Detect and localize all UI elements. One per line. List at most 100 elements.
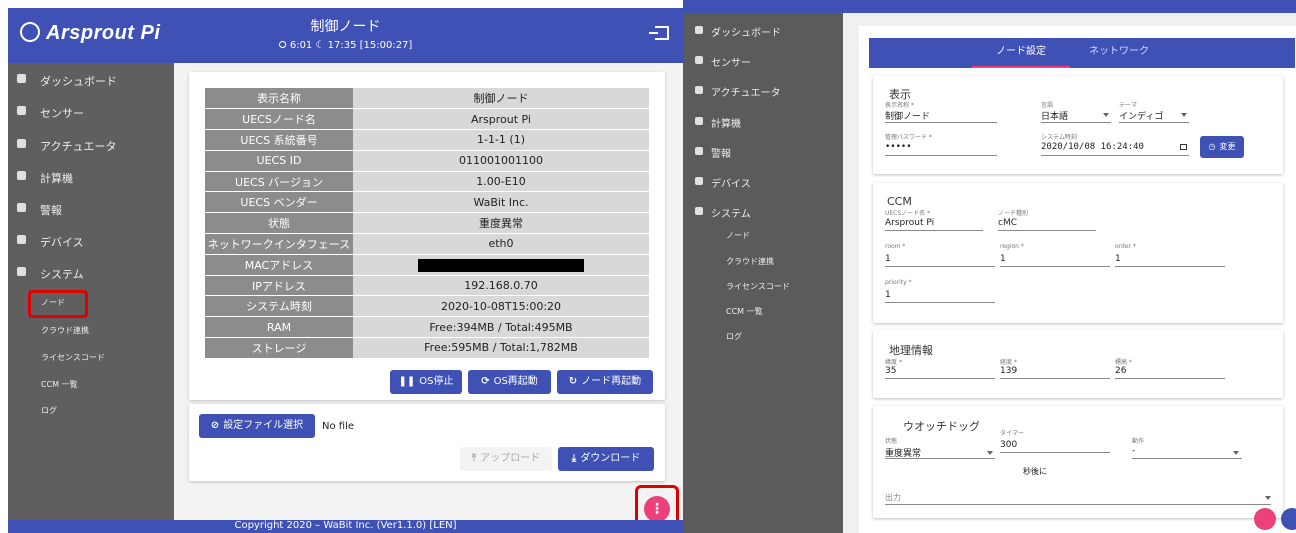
field-underline — [885, 266, 995, 267]
chevron-down-icon — [987, 451, 993, 455]
sidebar-item-device[interactable]: デバイス — [8, 230, 174, 254]
longitude-field[interactable]: 139 — [1000, 366, 1017, 376]
gear-icon — [695, 207, 703, 215]
language-select[interactable]: 日本語 — [1041, 109, 1068, 122]
password-field[interactable]: ••••• — [885, 142, 912, 152]
app-header: Arsprout Pi 制御ノード ⭘ 6:01 ☾ 17:35 [15:00:… — [8, 8, 683, 63]
table-key: UECS バージョン — [205, 171, 353, 193]
field-underline — [1000, 378, 1110, 379]
priority-field[interactable]: 1 — [885, 290, 891, 300]
watchdog-action-select[interactable]: - — [1132, 446, 1135, 456]
sidebar-item-device[interactable]: デバイス — [683, 172, 843, 194]
highlight-box — [28, 290, 88, 318]
table-value: 制御ノード — [353, 88, 649, 110]
undo-fab[interactable] — [1281, 508, 1296, 530]
field-label: テーマ — [1119, 102, 1138, 109]
table-key: 状態 — [205, 212, 353, 235]
button-label: OS停止 — [419, 376, 454, 387]
field-label: 動作 — [1132, 438, 1145, 445]
sidebar-item-alarm[interactable]: 警報 — [683, 142, 843, 164]
sidebar-subitem-cloud[interactable]: クラウド連携 — [726, 256, 774, 267]
table-row: UECS ベンダー WaBit Inc. — [205, 191, 649, 214]
watchdog-timer-field[interactable]: 300 — [1000, 440, 1017, 450]
dashboard-icon — [17, 74, 26, 83]
sidebar-item-label: アクチュエータ — [40, 140, 117, 153]
latitude-field[interactable]: 35 — [885, 366, 896, 376]
display-name-field[interactable]: 制御ノード — [885, 109, 930, 122]
os-stop-button[interactable]: ❚❚ OS停止 — [390, 370, 462, 394]
field-underline — [1115, 378, 1225, 379]
room-field[interactable]: 1 — [885, 254, 891, 264]
download-button[interactable]: ⤓ ダウンロード — [558, 447, 654, 471]
sidebar-subitem-ccm[interactable]: CCM 一覧 — [41, 379, 78, 390]
sidebar-subitem-cloud[interactable]: クラウド連携 — [41, 325, 89, 336]
upload-button[interactable]: ⤒ アップロード — [460, 447, 552, 471]
sidebar-item-label: 警報 — [711, 149, 731, 160]
sidebar-item-sensor[interactable]: センサー — [683, 51, 843, 73]
table-key: IPアドレス — [205, 275, 353, 297]
field-label: 標高 * — [1115, 359, 1132, 366]
calendar-icon[interactable] — [1180, 144, 1187, 150]
sidebar-item-label: アクチュエータ — [711, 88, 781, 99]
table-value: 2020-10-08T15:00:20 — [353, 295, 649, 318]
chevron-down-icon — [1265, 496, 1271, 500]
field-underline — [885, 122, 997, 123]
button-label: アップロード — [480, 453, 541, 464]
table-row: 状態 重度異常 — [205, 212, 649, 235]
field-underline — [885, 504, 1271, 505]
field-underline — [885, 302, 995, 303]
sidebar-item-label: 計算機 — [711, 119, 741, 130]
node-info-table: 表示名称 制御ノード UECSノード名 Arsprout Pi UECS 系統番号 1… — [205, 88, 649, 359]
logout-icon[interactable] — [649, 26, 669, 40]
table-key: UECS 系統番号 — [205, 129, 353, 151]
sidebar-subitem-node[interactable]: ノード — [726, 230, 750, 241]
field-label: UECSノード名 * — [885, 210, 931, 217]
node-type-field[interactable]: cMC — [998, 218, 1017, 228]
sidebar-subitem-ccm[interactable]: CCM 一覧 — [726, 306, 763, 317]
node-info-card: 表示名称 制御ノード UECSノード名 Arsprout Pi UECS 系統番号 1… — [189, 72, 665, 400]
uecs-node-name-field[interactable]: Arsprout Pi — [885, 218, 934, 228]
sidebar-item-actuator[interactable]: アクチュエータ — [683, 81, 843, 103]
sidebar-item-actuator[interactable]: アクチュエータ — [8, 134, 174, 158]
thermometer-icon — [695, 56, 703, 64]
sidebar-item-sensor[interactable]: センサー — [8, 101, 174, 125]
system-time-field[interactable]: 2020/10/08 16:24:40 — [1041, 142, 1144, 152]
settings-panel: ノード設定 ネットワーク 表示 表示名称 * 制御ノード 言語 日本語 テーマ … — [859, 26, 1296, 533]
sidebar-subitem-log[interactable]: ログ — [726, 331, 742, 342]
field-label: 緯度 * — [885, 359, 902, 366]
table-value: Free:394MB / Total:495MB — [353, 316, 649, 339]
save-fab[interactable] — [1254, 508, 1276, 530]
altitude-field[interactable]: 26 — [1115, 366, 1126, 376]
change-time-button[interactable]: ◷ 変更 — [1200, 136, 1244, 158]
table-value: 192.168.0.70 — [353, 275, 649, 297]
field-underline — [1041, 155, 1189, 156]
sidebar: ダッシュボード センサー アクチュエータ 計算機 警報 デバイス システム ノー… — [8, 63, 174, 533]
order-field[interactable]: 1 — [1115, 254, 1121, 264]
sidebar-item-alarm[interactable]: 警報 — [8, 198, 174, 222]
os-reboot-button[interactable]: ⟳ OS再起動 — [468, 370, 551, 394]
node-reboot-button[interactable]: ↻ ノード再起動 — [557, 370, 653, 394]
sidebar-item-system[interactable]: システム — [8, 262, 174, 286]
field-underline — [1132, 458, 1242, 459]
button-label: ノード再起動 — [581, 376, 642, 387]
sidebar-subitem-log[interactable]: ログ — [41, 405, 57, 416]
table-value: WaBit Inc. — [353, 191, 649, 214]
field-label: ノード種別 — [998, 210, 1029, 217]
sidebar-item-dashboard[interactable]: ダッシュボード — [683, 21, 843, 43]
sidebar-subitem-license[interactable]: ライセンスコード — [41, 352, 105, 363]
section-title: ウオッチドッグ — [903, 420, 980, 433]
theme-select[interactable]: インディゴ — [1119, 109, 1163, 122]
sidebar-item-calculator[interactable]: 計算機 — [8, 166, 174, 190]
field-label: priority * — [885, 279, 912, 286]
sidebar-item-label: ダッシュボード — [40, 75, 117, 88]
region-field[interactable]: 1 — [1000, 254, 1006, 264]
sidebar-item-system[interactable]: システム — [683, 202, 843, 224]
tab-node-settings[interactable]: ノード設定 — [972, 38, 1070, 68]
output-select[interactable]: 出力 — [885, 492, 901, 503]
select-file-button[interactable]: ⊘ 設定ファイル選択 — [199, 414, 315, 438]
sidebar-item-dashboard[interactable]: ダッシュボード — [8, 69, 174, 93]
table-key: MACアドレス — [205, 254, 353, 276]
sidebar-item-calculator[interactable]: 計算機 — [683, 112, 843, 134]
sidebar-subitem-license[interactable]: ライセンスコード — [726, 281, 790, 292]
tab-network[interactable]: ネットワーク — [1070, 38, 1168, 68]
